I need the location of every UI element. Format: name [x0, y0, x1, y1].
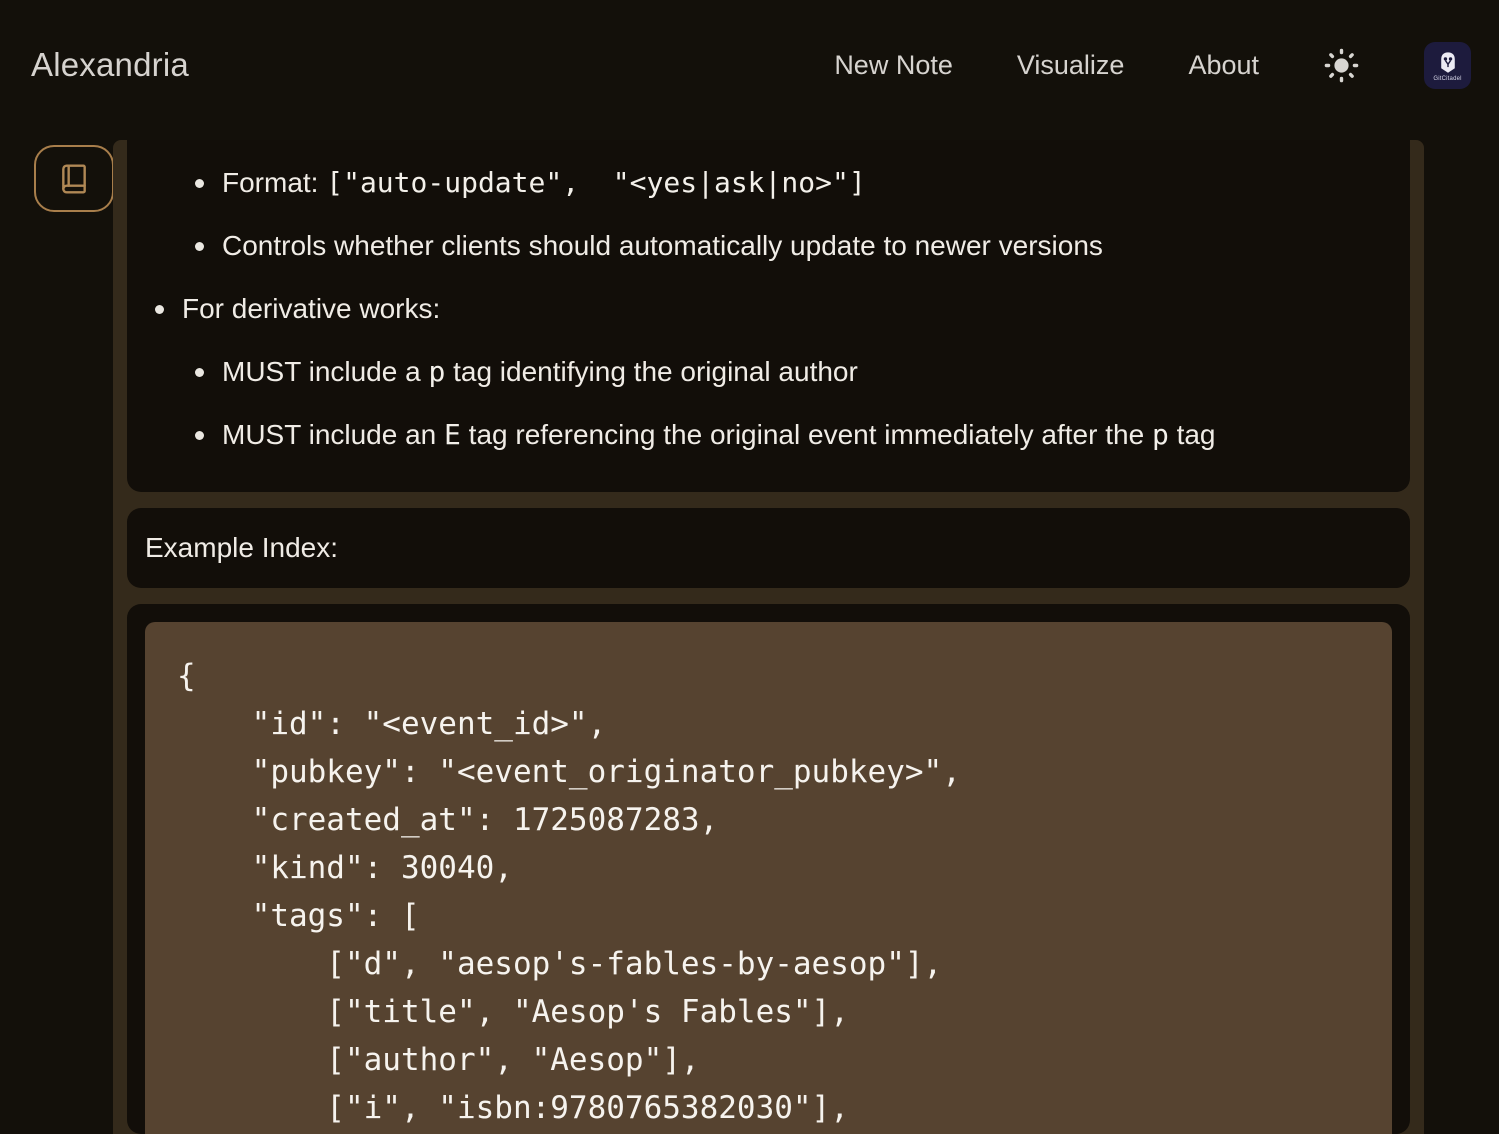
nav-visualize[interactable]: Visualize: [1017, 50, 1125, 81]
code-line: ["i", "isbn:9780765382030"],: [177, 1084, 1360, 1132]
format-label: Format:: [222, 167, 326, 198]
must-e-mid: tag referencing the original event immed…: [461, 419, 1152, 450]
brand-title[interactable]: Alexandria: [31, 46, 189, 84]
content-frame: Format: ["auto-update", "<yes|ask|no>"] …: [113, 140, 1424, 1134]
gitcitadel-shield-icon: [1435, 49, 1461, 75]
example-index-card: Example Index:: [127, 508, 1410, 588]
theme-toggle-button[interactable]: [1323, 47, 1360, 84]
code-line: {: [177, 652, 1360, 700]
sidebar-toggle-button[interactable]: [34, 145, 114, 212]
header-nav: New Note Visualize About: [834, 42, 1471, 89]
format-inline-code: ["auto-update", "<yes|ask|no>"]: [326, 166, 865, 199]
gitcitadel-logo[interactable]: GitCitadel: [1424, 42, 1471, 89]
list-item-must-p: MUST include a p tag identifying the ori…: [222, 355, 1392, 389]
rules-card: Format: ["auto-update", "<yes|ask|no>"] …: [127, 140, 1410, 492]
list-item-derivative: For derivative works: MUST include a p t…: [182, 292, 1392, 452]
code-card: { "id": "<event_id>", "pubkey": "<event_…: [127, 604, 1410, 1134]
list-item-controls: Controls whether clients should automati…: [222, 229, 1392, 263]
code-line: "created_at": 1725087283,: [177, 796, 1360, 844]
must-e-pre: MUST include an: [222, 419, 444, 450]
top-bullet-list: For derivative works: MUST include a p t…: [145, 292, 1392, 452]
code-line: "pubkey": "<event_originator_pubkey>",: [177, 748, 1360, 796]
p-tag-inline-code: p: [428, 355, 445, 388]
code-line: ["author", "Aesop"],: [177, 1036, 1360, 1084]
nav-about[interactable]: About: [1188, 50, 1259, 81]
derivative-sublist: MUST include a p tag identifying the ori…: [182, 355, 1392, 452]
sun-icon: [1323, 47, 1360, 84]
example-index-label: Example Index:: [145, 532, 338, 563]
nested-bullet-list: Format: ["auto-update", "<yes|ask|no>"] …: [145, 166, 1392, 263]
derivative-text: For derivative works:: [182, 293, 440, 324]
controls-text: Controls whether clients should automati…: [222, 230, 1103, 261]
must-p-post: tag identifying the original author: [445, 356, 858, 387]
code-line: ["d", "aesop's-fables-by-aesop"],: [177, 940, 1360, 988]
list-item-must-e: MUST include an E tag referencing the or…: [222, 418, 1392, 452]
must-e-post: tag: [1169, 419, 1216, 450]
e-tag-inline-code: E: [444, 418, 461, 451]
p-tag-inline-code-2: p: [1152, 418, 1169, 451]
code-line: ["title", "Aesop's Fables"],: [177, 988, 1360, 1036]
header: Alexandria New Note Visualize About: [0, 0, 1499, 130]
gitcitadel-logo-caption: GitCitadel: [1433, 76, 1461, 82]
must-p-pre: MUST include a: [222, 356, 428, 387]
nav-new-note[interactable]: New Note: [834, 50, 953, 81]
code-line: "kind": 30040,: [177, 844, 1360, 892]
code-line: "tags": [: [177, 892, 1360, 940]
list-item-format: Format: ["auto-update", "<yes|ask|no>"]: [222, 166, 1392, 200]
book-icon: [58, 163, 90, 195]
code-line: "id": "<event_id>",: [177, 700, 1360, 748]
alexandria-app: Alexandria New Note Visualize About: [0, 0, 1499, 1134]
json-code-block: { "id": "<event_id>", "pubkey": "<event_…: [145, 622, 1392, 1134]
